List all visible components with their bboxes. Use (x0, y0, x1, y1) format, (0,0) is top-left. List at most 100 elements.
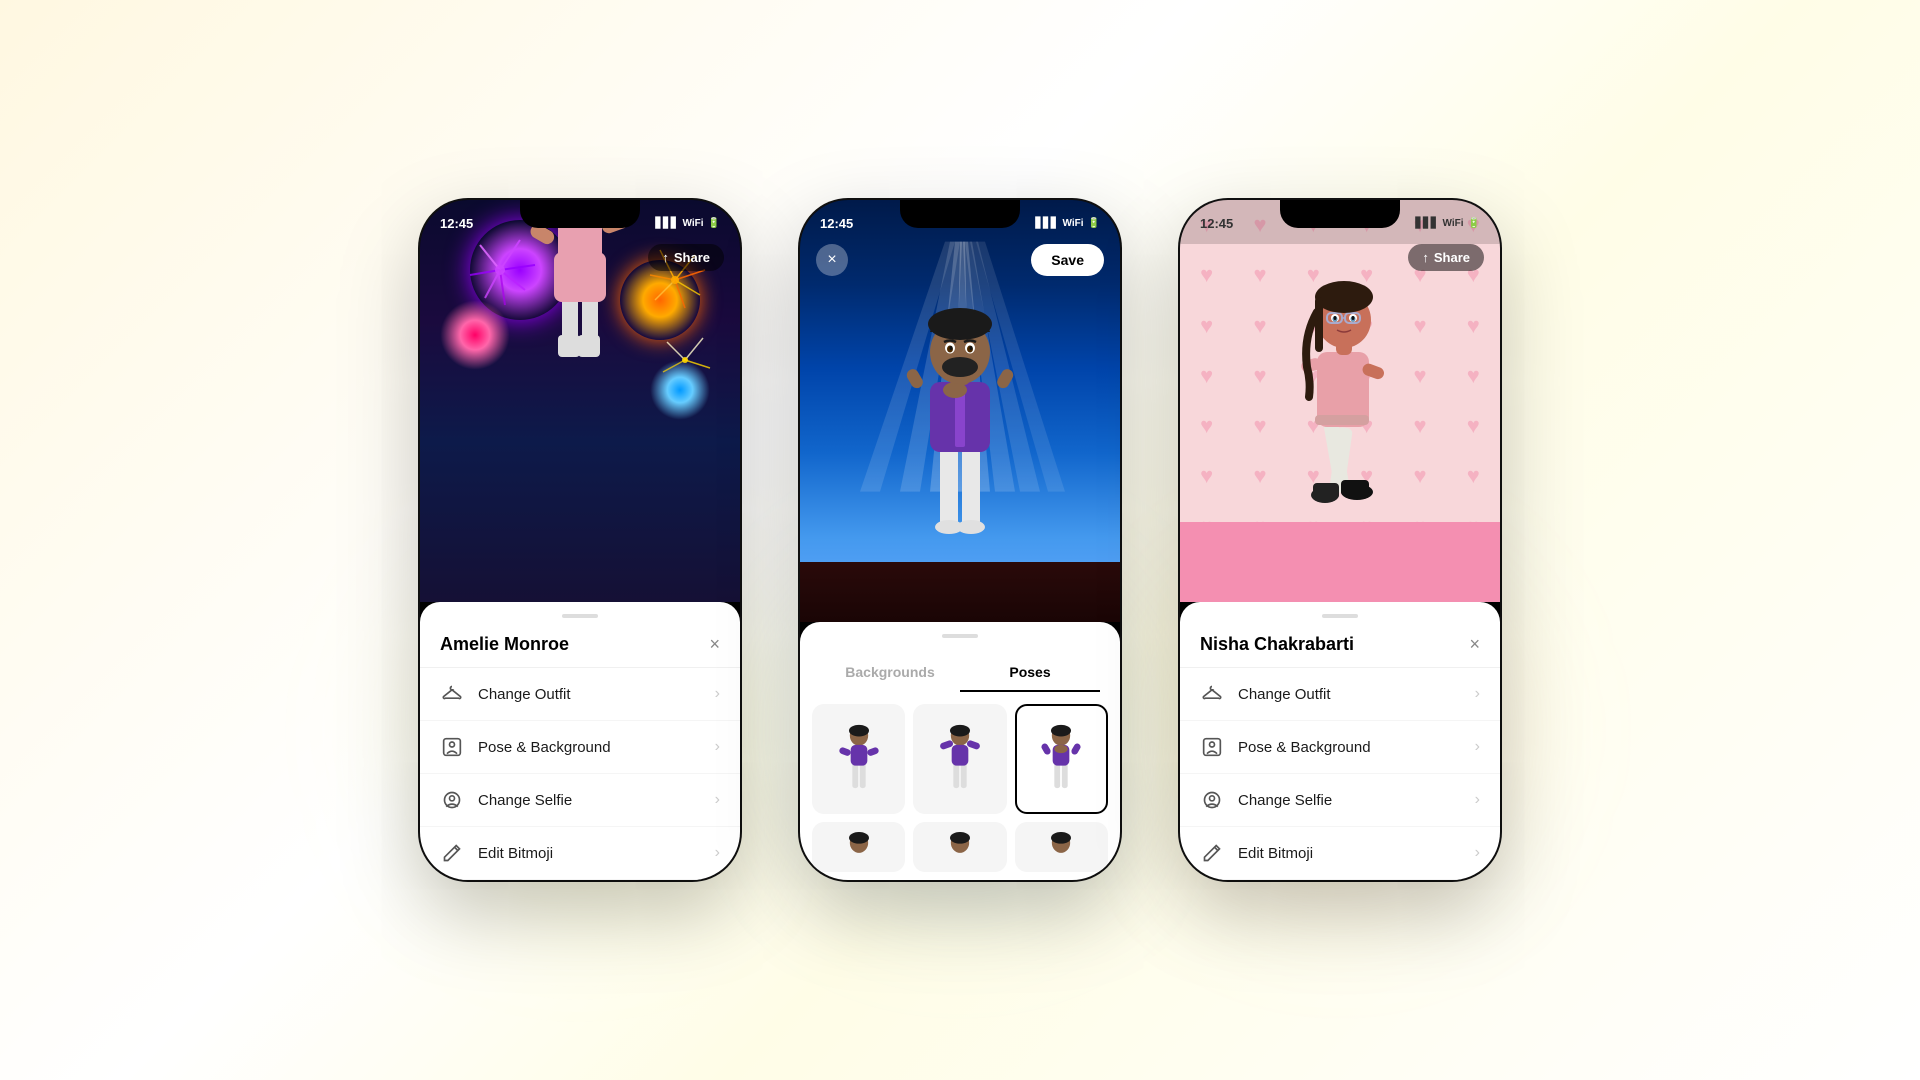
wifi-icon: WiFi (683, 218, 704, 229)
time-3: 12:45 (1200, 216, 1233, 231)
sheet-header-amelie: Amelie Monroe × (420, 634, 740, 668)
menu-label-outfit-1: Change Outfit (478, 686, 715, 703)
pose-thumb-5[interactable] (913, 822, 1006, 872)
menu-label-pose-3: Pose & Background (1238, 739, 1475, 756)
battery-icon: 🔋 (708, 218, 720, 229)
phone-nisha: 12:45 ▋▋▋ WiFi 🔋 ♥ ♥ ♥ ♥ (1180, 200, 1500, 880)
pink-floor (1180, 522, 1500, 602)
menu-pose-bg-3[interactable]: Pose & Background › (1180, 721, 1500, 774)
tab-bg-label: Backgrounds (845, 664, 934, 680)
signal-icon-2: ▋▋▋ (1035, 218, 1058, 229)
menu-selfie-3[interactable]: Change Selfie › (1180, 774, 1500, 827)
pose-svg-3 (1036, 714, 1086, 804)
pose-thumb-6[interactable] (1015, 822, 1108, 872)
pose-svg-5 (935, 822, 985, 872)
menu-change-outfit-1[interactable]: Change Outfit › (420, 668, 740, 721)
hanger-icon-1 (440, 682, 464, 706)
poses-grid (800, 704, 1120, 872)
menu-pose-bg-1[interactable]: Pose & Background › (420, 721, 740, 774)
share-icon-1: ↑ (662, 250, 669, 265)
nisha-character (1275, 247, 1405, 532)
hearts-bg: 12:45 ▋▋▋ WiFi 🔋 ♥ ♥ ♥ ♥ (1180, 200, 1500, 602)
pose-thumb-4[interactable] (812, 822, 905, 872)
phone-amelie-wrapper: 12:45 ▋▋▋ WiFi 🔋 (420, 200, 740, 880)
signal-icon-3: ▋▋▋ (1415, 218, 1438, 229)
male-svg (885, 272, 1035, 562)
arrow-icon-pose-3: › (1475, 738, 1480, 756)
battery-icon-2: 🔋 (1088, 218, 1100, 229)
pose-svg-1 (834, 714, 884, 804)
pose-thumb-2[interactable] (913, 704, 1006, 814)
arrow-icon-outfit-1: › (715, 685, 720, 703)
phone-nisha-screen: 12:45 ▋▋▋ WiFi 🔋 ♥ ♥ ♥ ♥ (1180, 200, 1500, 602)
phone-amelie-screen: 12:45 ▋▋▋ WiFi 🔋 (420, 200, 740, 602)
scene: 12:45 ▋▋▋ WiFi 🔋 (0, 0, 1920, 1080)
pose-icon-1 (440, 735, 464, 759)
menu-label-pose-1: Pose & Background (478, 739, 715, 756)
arrow-icon-selfie-3: › (1475, 791, 1480, 809)
status-icons-3: ▋▋▋ WiFi 🔋 (1415, 218, 1480, 229)
phone-center-wrapper: 12:45 ▋▋▋ WiFi 🔋 (800, 200, 1120, 880)
arrow-icon-edit-3: › (1475, 844, 1480, 862)
share-label-1: Share (674, 250, 710, 265)
status-icons-1: ▋▋▋ WiFi 🔋 (655, 218, 720, 229)
save-label: Save (1051, 252, 1084, 268)
arrow-icon-edit-1: › (715, 844, 720, 862)
menu-label-outfit-3: Change Outfit (1238, 686, 1475, 703)
close-button-2[interactable]: × (816, 244, 848, 276)
sheet-handle-2 (942, 634, 978, 638)
sheet-close-amelie[interactable]: × (709, 634, 720, 655)
menu-label-selfie-3: Change Selfie (1238, 792, 1475, 809)
share-button-1[interactable]: ↑ Share (648, 244, 724, 271)
bottom-sheet-amelie: Amelie Monroe × Change Outfit › (420, 602, 740, 880)
arrow-icon-pose-1: › (715, 738, 720, 756)
time-1: 12:45 (440, 216, 473, 231)
pose-svg-2 (935, 714, 985, 804)
sheet-header-nisha: Nisha Chakrabarti × (1180, 634, 1500, 668)
sheet-close-nisha[interactable]: × (1469, 634, 1480, 655)
notch-1 (520, 200, 640, 228)
menu-label-edit-3: Edit Bitmoji (1238, 845, 1475, 862)
phone-center-screen: 12:45 ▋▋▋ WiFi 🔋 (800, 200, 1120, 622)
tab-backgrounds[interactable]: Backgrounds (820, 654, 960, 692)
tab-poses-label: Poses (1009, 664, 1050, 680)
tabs-container: Backgrounds Poses (800, 654, 1120, 692)
battery-icon-3: 🔋 (1468, 218, 1480, 229)
sheet-title-nisha: Nisha Chakrabarti (1200, 634, 1354, 655)
bottom-sheet-nisha: Nisha Chakrabarti × Change Outfit › (1180, 602, 1500, 880)
pose-thumb-1[interactable] (812, 704, 905, 814)
wifi-icon-3: WiFi (1443, 218, 1464, 229)
share-button-3[interactable]: ↑ Share (1408, 244, 1484, 271)
pose-svg-6 (1036, 822, 1086, 872)
edit-icon-3 (1200, 841, 1224, 865)
male-character (885, 272, 1035, 567)
menu-change-outfit-3[interactable]: Change Outfit › (1180, 668, 1500, 721)
pose-icon-3 (1200, 735, 1224, 759)
time-2: 12:45 (820, 216, 853, 231)
arrow-icon-selfie-1: › (715, 791, 720, 809)
menu-label-edit-1: Edit Bitmoji (478, 845, 715, 862)
nisha-svg (1275, 247, 1405, 527)
pose-svg-4 (834, 822, 884, 872)
save-button-2[interactable]: Save (1031, 244, 1104, 276)
bottom-sheet-center: Backgrounds Poses (800, 622, 1120, 880)
phone-amelie: 12:45 ▋▋▋ WiFi 🔋 (420, 200, 740, 880)
phone-center: 12:45 ▋▋▋ WiFi 🔋 (800, 200, 1120, 880)
pose-thumb-3[interactable] (1015, 704, 1108, 814)
arrow-icon-outfit-3: › (1475, 685, 1480, 703)
stage-floor (800, 562, 1120, 622)
fireworks-bg: 12:45 ▋▋▋ WiFi 🔋 (420, 200, 740, 602)
status-icons-2: ▋▋▋ WiFi 🔋 (1035, 218, 1100, 229)
sheet-handle-1 (562, 614, 598, 618)
menu-selfie-1[interactable]: Change Selfie › (420, 774, 740, 827)
stage-bg: 12:45 ▋▋▋ WiFi 🔋 (800, 200, 1120, 622)
hanger-icon-3 (1200, 682, 1224, 706)
tab-poses[interactable]: Poses (960, 654, 1100, 692)
share-icon-3: ↑ (1422, 250, 1429, 265)
share-label-3: Share (1434, 250, 1470, 265)
notch-3 (1280, 200, 1400, 228)
edit-icon-1 (440, 841, 464, 865)
menu-edit-bitmoji-3[interactable]: Edit Bitmoji › (1180, 827, 1500, 880)
menu-edit-bitmoji-1[interactable]: Edit Bitmoji › (420, 827, 740, 880)
selfie-icon-1 (440, 788, 464, 812)
